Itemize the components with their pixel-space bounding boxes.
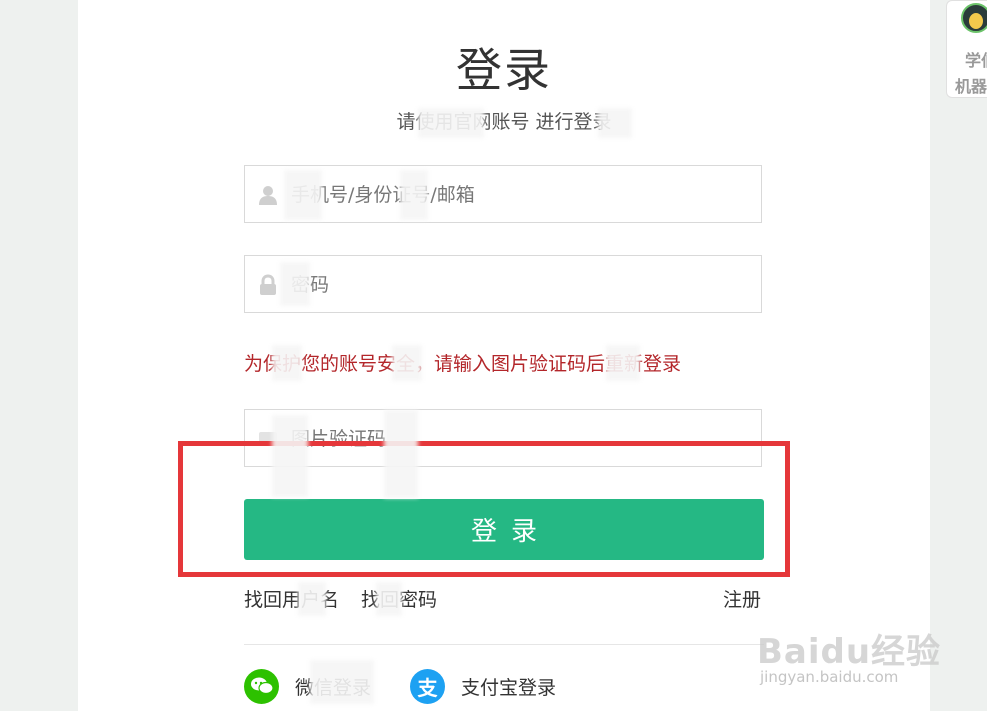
login-button[interactable]: 登录: [244, 499, 764, 560]
divider: [244, 644, 764, 645]
account-input[interactable]: [289, 166, 753, 224]
baidu-watermark-logo: Baidu经验: [757, 632, 942, 672]
robot-avatar-icon: [961, 3, 987, 33]
page-title: 登录: [456, 43, 552, 97]
login-card: 登录 请使用官网账号 进行登录 为保护您的账号安全，请输入图片验证码后重新: [78, 0, 930, 711]
user-icon: [257, 184, 279, 206]
captcha-field[interactable]: [244, 409, 762, 468]
captcha-icon: [257, 428, 279, 450]
password-field[interactable]: [244, 255, 762, 314]
wechat-icon: [244, 668, 279, 704]
lock-icon: [257, 274, 279, 296]
captcha-input[interactable]: [289, 410, 753, 468]
page-subtitle: 请使用官网账号 进行登录: [396, 111, 612, 133]
alipay-login[interactable]: 支 支付宝登录: [410, 668, 556, 704]
password-input[interactable]: [289, 256, 753, 314]
baidu-watermark-url: jingyan.baidu.com: [760, 668, 899, 686]
side-widget-line2: 机器: [955, 77, 987, 96]
find-password-link[interactable]: 找回密码: [361, 586, 437, 614]
wechat-login-label: 微信登录: [295, 676, 372, 699]
account-field[interactable]: [244, 165, 762, 224]
wechat-login[interactable]: 微信登录: [244, 668, 371, 704]
alipay-login-label: 支付宝登录: [461, 676, 557, 699]
alipay-icon: 支: [410, 668, 445, 704]
side-widget[interactable]: 学伯 机器: [946, 0, 987, 98]
find-username-link[interactable]: 找回用户名: [244, 586, 339, 614]
page: 登录 请使用官网账号 进行登录 为保护您的账号安全，请输入图片验证码后重新: [0, 0, 987, 711]
captcha-notice: 为保护您的账号安全，请输入图片验证码后重新登录: [244, 353, 682, 375]
side-widget-line1: 学伯: [965, 51, 987, 70]
register-link[interactable]: 注册: [723, 586, 761, 614]
